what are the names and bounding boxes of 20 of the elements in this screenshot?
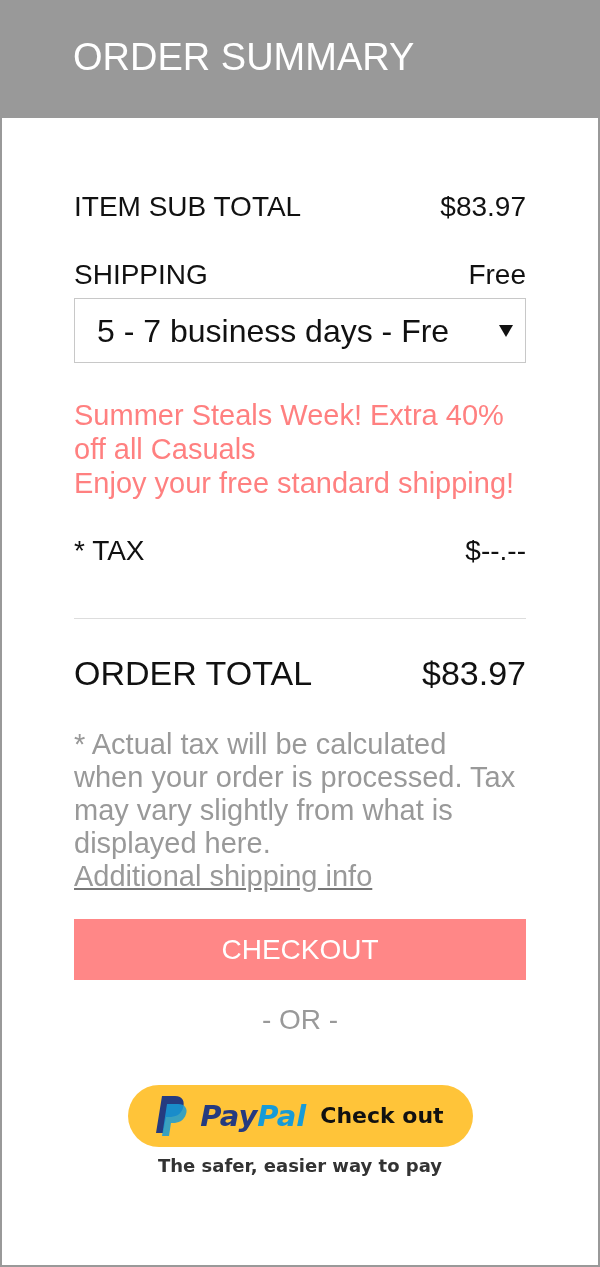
tax-disclaimer: * Actual tax will be calculated when your order is processed. Tax may vary slightly from what is displayed here.	[74, 728, 517, 860]
summary-label: ITEM SUB TOTAL	[74, 190, 302, 224]
summary-value: $--.--	[465, 534, 526, 568]
summary-value: $83.97	[440, 190, 526, 224]
paypal-check-out-label: Check out	[320, 1102, 444, 1130]
paypal-monogram-icon	[156, 1096, 189, 1136]
caret-down-icon	[499, 324, 513, 337]
shipping-method-select[interactable]: 5 - 7 business days - Fre	[74, 298, 526, 363]
summary-label: * TAX	[74, 534, 145, 568]
order-summary-title: ORDER SUMMARY	[73, 35, 415, 79]
summary-label: SHIPPING	[74, 258, 208, 292]
paypal-wordmark: PayPal	[200, 1099, 307, 1133]
summary-value: Free	[468, 258, 526, 292]
promo-message: Summer Steals Week! Extra 40% off all Casuals	[74, 398, 505, 466]
summary-value: $83.97	[422, 653, 526, 693]
paypal-checkout-button[interactable]: PayPal Check out	[127, 1085, 473, 1147]
or-separator: - OR -	[261, 1003, 339, 1037]
promo-message: Enjoy your free standard shipping!	[74, 466, 516, 500]
summary-label: ORDER TOTAL	[74, 653, 313, 693]
paypal-tagline: The safer, easier way to pay	[157, 1155, 443, 1177]
